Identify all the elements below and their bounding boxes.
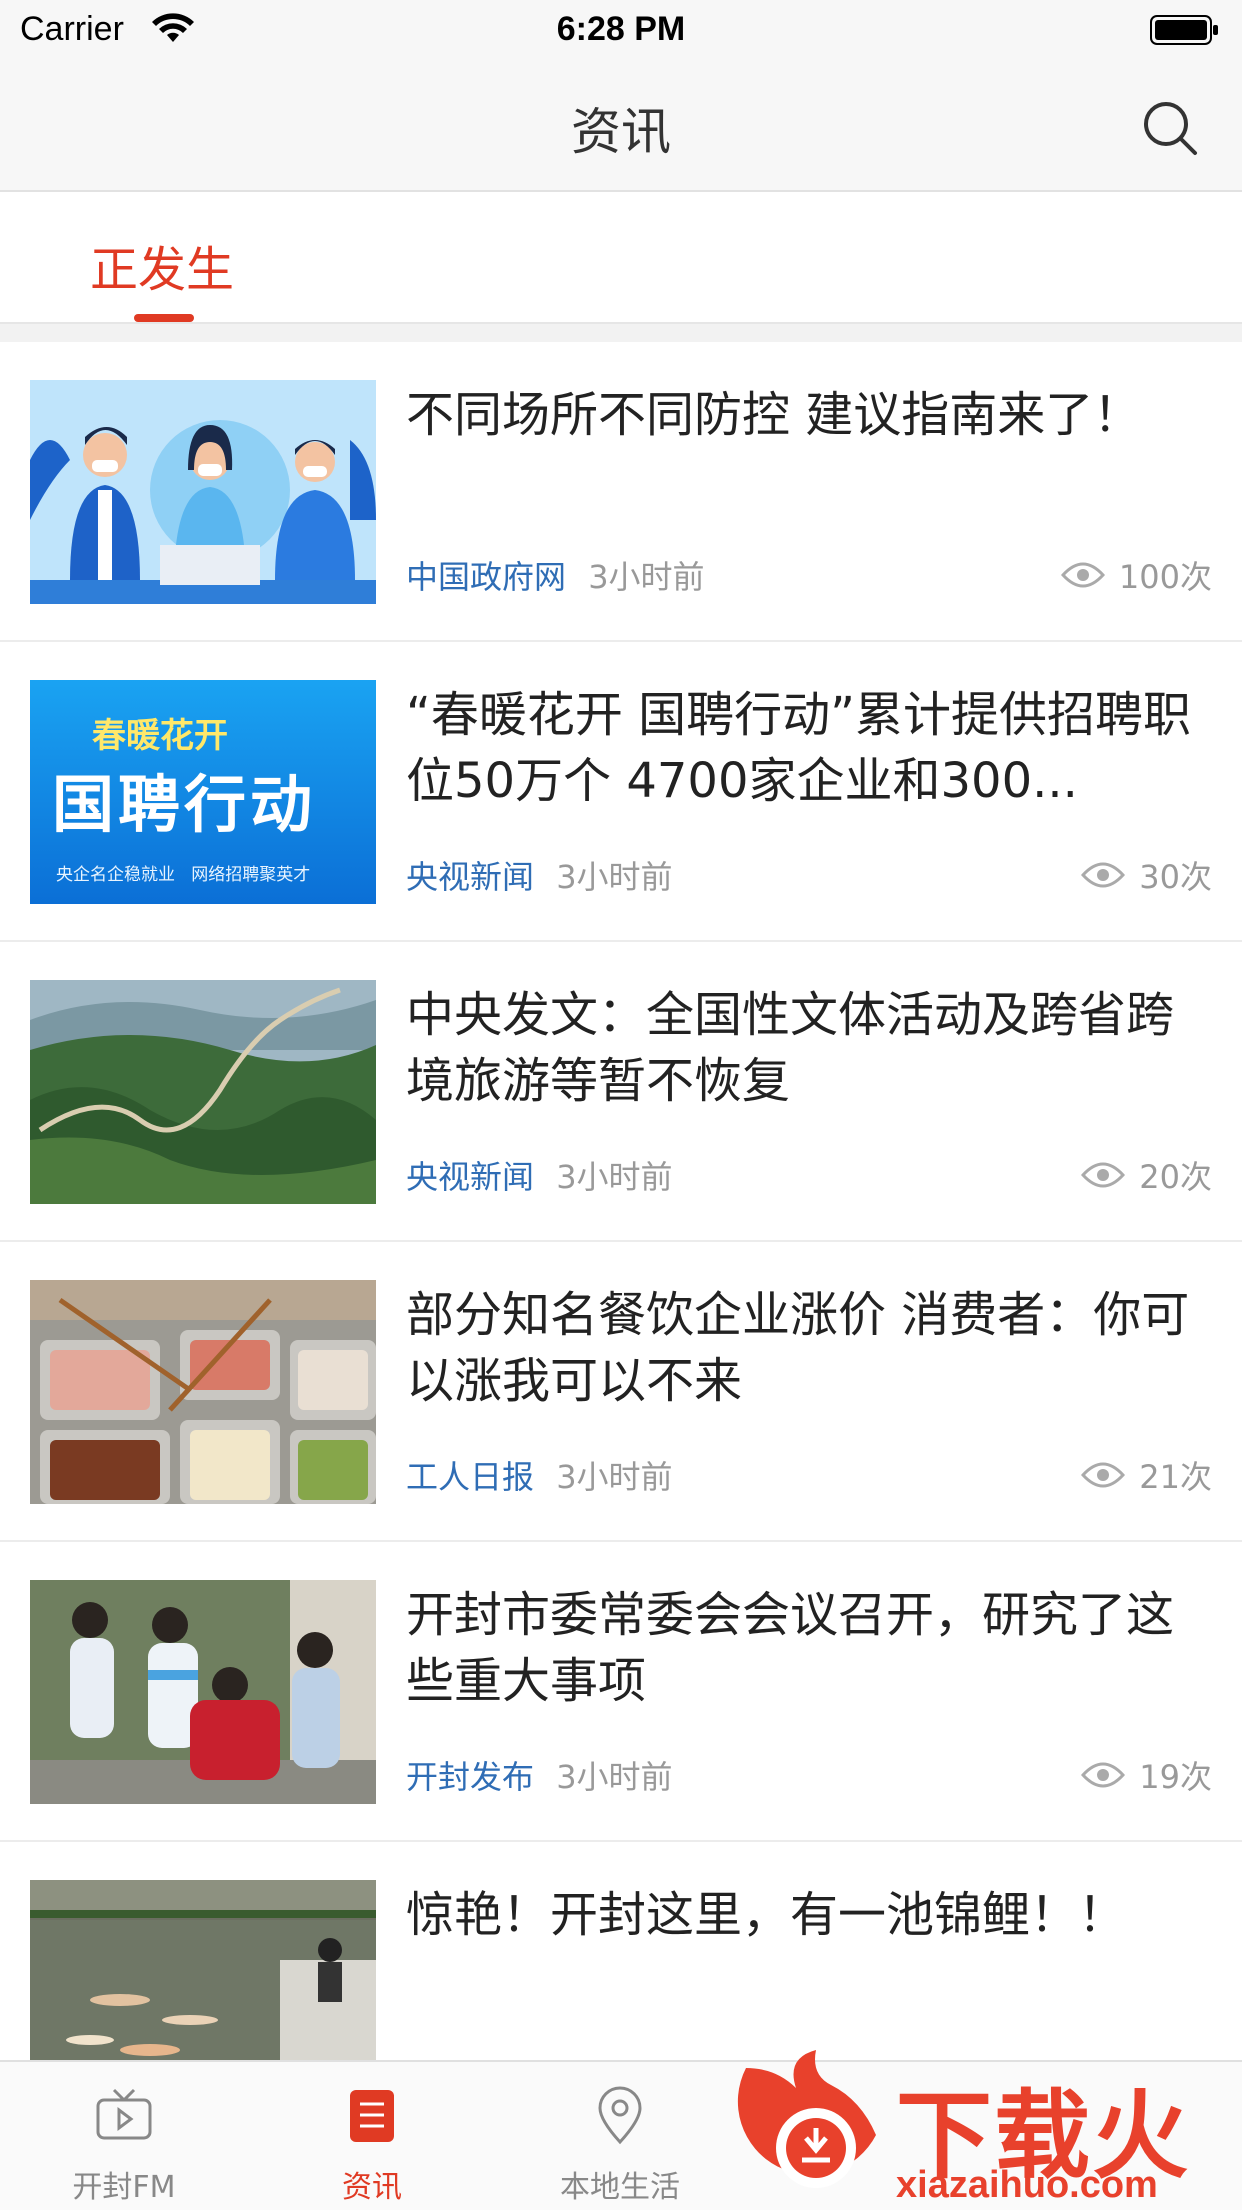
watermark: 下载火 xiazaihuo.com xyxy=(736,2048,1242,2208)
topic-tabs: 正发生 xyxy=(0,192,1242,324)
news-thumbnail xyxy=(30,380,376,604)
view-count-text: 30次 xyxy=(1139,858,1212,896)
news-item[interactable]: 部分知名餐饮企业涨价 消费者：你可以涨我可以不来 工人日报 3小时前 21次 xyxy=(0,1242,1242,1542)
eye-icon xyxy=(1081,1462,1126,1488)
news-meta: 开封发布 3小时前 19次 xyxy=(406,1752,1212,1796)
watermark-url: xiazaihuo.com xyxy=(896,2164,1158,2206)
news-item[interactable]: 不同场所不同防控 建议指南来了！ 中国政府网 3小时前 100次 xyxy=(0,342,1242,642)
news-title: 部分知名餐饮企业涨价 消费者：你可以涨我可以不来 xyxy=(406,1287,1190,1409)
news-time: 3小时前 xyxy=(556,1158,673,1196)
search-icon[interactable] xyxy=(1140,98,1200,158)
navigation-bar: 资讯 xyxy=(0,62,1242,192)
news-thumbnail xyxy=(30,980,376,1204)
news-source: 开封发布 xyxy=(406,1758,535,1796)
eye-icon xyxy=(1081,1162,1126,1188)
eye-icon xyxy=(1081,862,1126,888)
news-meta: 工人日报 3小时前 21次 xyxy=(406,1452,1212,1496)
tab-local-life[interactable]: 本地生活 xyxy=(496,2062,744,2210)
news-title: “春暖花开 国聘行动”累计提供招聘职位50万个 4700家企业和300... xyxy=(406,687,1191,809)
view-count: 100次 xyxy=(1060,552,1212,598)
news-thumbnail xyxy=(30,1280,376,1504)
tab-label: 资讯 xyxy=(342,2170,402,2205)
tab-news[interactable]: 资讯 xyxy=(248,2062,496,2210)
news-time: 3小时前 xyxy=(556,858,673,896)
status-bar: Carrier 6:28 PM xyxy=(0,0,1242,62)
tv-play-icon xyxy=(96,2088,152,2140)
view-count: 21次 xyxy=(1081,1452,1212,1498)
battery-icon xyxy=(1150,15,1218,45)
location-pin-icon xyxy=(598,2086,642,2145)
page-title: 资讯 xyxy=(571,103,671,161)
news-meta: 央视新闻 3小时前 20次 xyxy=(406,1152,1212,1196)
tab-label: 本地生活 xyxy=(560,2170,680,2205)
news-time: 3小时前 xyxy=(588,558,705,596)
news-source: 央视新闻 xyxy=(406,858,535,896)
active-tab-indicator xyxy=(134,314,194,322)
view-count-text: 19次 xyxy=(1139,1758,1212,1796)
view-count-text: 20次 xyxy=(1139,1158,1212,1196)
news-source: 工人日报 xyxy=(406,1458,535,1496)
view-count-text: 21次 xyxy=(1139,1458,1212,1496)
news-time: 3小时前 xyxy=(556,1458,673,1496)
tab-happening-now[interactable]: 正发生 xyxy=(90,230,234,300)
news-title: 开封市委常委会会议召开，研究了这些重大事项 xyxy=(406,1587,1175,1709)
view-count: 30次 xyxy=(1081,852,1212,898)
news-meta: 央视新闻 3小时前 30次 xyxy=(406,852,1212,896)
divider xyxy=(0,324,1242,342)
news-meta: 中国政府网 3小时前 100次 xyxy=(406,552,1212,596)
thumbnail-caption-top: 春暖花开 xyxy=(92,716,228,756)
news-title: 不同场所不同防控 建议指南来了！ xyxy=(406,387,1142,443)
news-title: 中央发文：全国性文体活动及跨省跨境旅游等暂不恢复 xyxy=(406,987,1175,1109)
news-time: 3小时前 xyxy=(556,1758,673,1796)
flame-logo-icon xyxy=(737,2050,876,2188)
news-item[interactable]: 春暖花开 国聘行动 央企名企稳就业 网络招聘聚英才 “春暖花开 国聘行动”累计提… xyxy=(0,642,1242,942)
news-title: 惊艳！开封这里，有一池锦鲤！！ xyxy=(406,1887,1127,1943)
view-count: 20次 xyxy=(1081,1152,1212,1198)
view-count-text: 100次 xyxy=(1118,558,1212,596)
news-thumbnail xyxy=(30,1580,376,1804)
view-count: 19次 xyxy=(1081,1752,1212,1798)
tab-kaifeng-fm[interactable]: 开封FM xyxy=(0,2062,248,2210)
news-item[interactable]: 开封市委常委会会议召开，研究了这些重大事项 开封发布 3小时前 19次 xyxy=(0,1542,1242,1842)
eye-icon xyxy=(1081,1762,1126,1788)
news-list-icon xyxy=(350,2090,394,2142)
thumbnail-caption-bottom: 央企名企稳就业 网络招聘聚英才 xyxy=(56,865,311,885)
news-source: 中国政府网 xyxy=(406,558,567,596)
news-source: 央视新闻 xyxy=(406,1158,535,1196)
tab-label: 开封FM xyxy=(72,2170,176,2205)
news-list: 不同场所不同防控 建议指南来了！ 中国政府网 3小时前 100次 春暖花开 国聘… xyxy=(0,342,1242,2142)
eye-icon xyxy=(1060,562,1105,588)
news-thumbnail: 春暖花开 国聘行动 央企名企稳就业 网络招聘聚英才 xyxy=(30,680,376,904)
clock: 6:28 PM xyxy=(556,10,686,48)
news-item[interactable]: 中央发文：全国性文体活动及跨省跨境旅游等暂不恢复 央视新闻 3小时前 20次 xyxy=(0,942,1242,1242)
thumbnail-caption-main: 国聘行动 xyxy=(52,768,317,841)
